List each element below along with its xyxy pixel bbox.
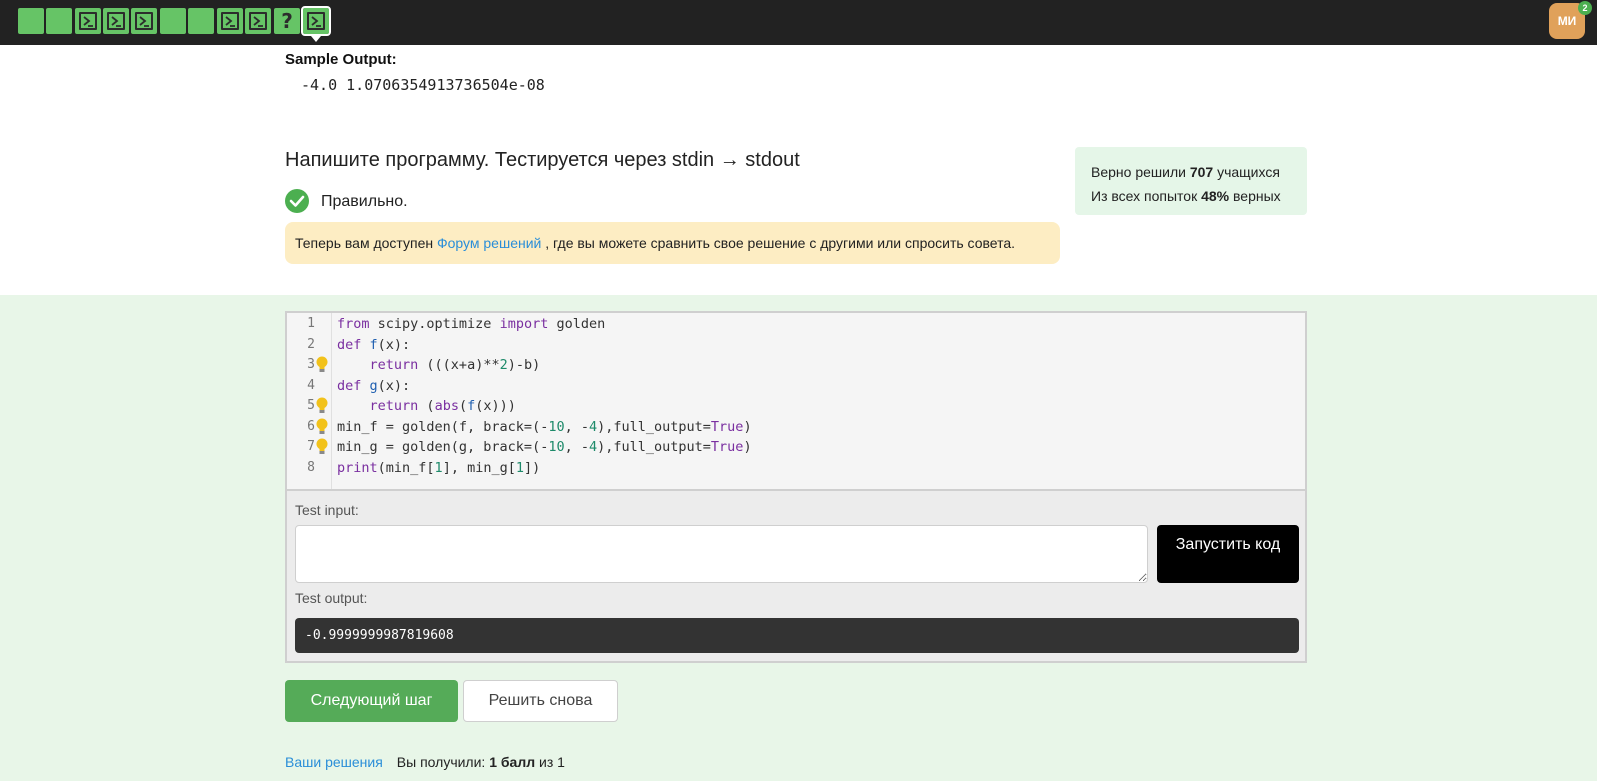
step-9[interactable] bbox=[245, 8, 271, 34]
task-heading: Напишите программу. Тестируется через st… bbox=[285, 149, 800, 171]
stats-attempts-line: Из всех попыток 48% верных bbox=[1091, 184, 1307, 208]
step-7[interactable] bbox=[188, 8, 214, 34]
step-4[interactable] bbox=[103, 8, 129, 34]
lightbulb-icon[interactable] bbox=[315, 397, 329, 414]
sample-output-title: Sample Output: bbox=[285, 51, 397, 68]
stats-solved-suffix: учащихся bbox=[1213, 164, 1280, 180]
code-line-8: print(min_f[1], min_g[1]) bbox=[337, 460, 541, 476]
code-line-7: min_g = golden(g, brack=(-10, -4),full_o… bbox=[337, 439, 752, 455]
line-number: 4 bbox=[307, 378, 315, 393]
status-text: Правильно. bbox=[321, 193, 408, 210]
line-number: 3 bbox=[307, 357, 315, 372]
lightbulb-icon[interactable] bbox=[315, 356, 329, 373]
stats-solved-count: 707 bbox=[1189, 164, 1214, 180]
lightbulb-icon[interactable] bbox=[315, 418, 329, 435]
question-icon: ? bbox=[281, 9, 293, 33]
line-number: 6 bbox=[307, 419, 315, 434]
test-output-label: Test output: bbox=[295, 590, 368, 606]
forum-notice-before: Теперь вам доступен bbox=[295, 235, 437, 251]
step-6[interactable] bbox=[160, 8, 186, 34]
step-11-current[interactable] bbox=[301, 6, 331, 42]
terminal-icon bbox=[221, 12, 239, 30]
editor-gutter: 1 2 3 4 5 6 7 8 bbox=[287, 313, 332, 489]
score-prefix: Вы получили: bbox=[396, 754, 490, 770]
stats-attempts-percent: 48% bbox=[1201, 188, 1230, 204]
forum-notice-after: , где вы можете сравнить свое решение с … bbox=[541, 235, 1016, 251]
top-navigation-bar: ? МИ 2 bbox=[0, 0, 1597, 45]
terminal-icon bbox=[249, 12, 267, 30]
terminal-icon bbox=[135, 12, 153, 30]
step-1[interactable] bbox=[18, 8, 44, 34]
step-2[interactable] bbox=[46, 8, 72, 34]
test-output-value: -0.9999999987819608 bbox=[295, 618, 1299, 653]
test-panel: Test input: Запустить код Test output: -… bbox=[285, 489, 1307, 663]
lightbulb-icon[interactable] bbox=[315, 438, 329, 455]
next-step-button[interactable]: Следующий шаг bbox=[285, 680, 458, 722]
step-10[interactable]: ? bbox=[274, 8, 300, 34]
step-8[interactable] bbox=[217, 8, 243, 34]
forum-link[interactable]: Форум решений bbox=[437, 235, 541, 251]
test-input-field[interactable] bbox=[295, 525, 1148, 583]
solve-again-button[interactable]: Решить снова bbox=[463, 680, 618, 722]
sample-output-value: -4.0 1.0706354913736504e-08 bbox=[301, 76, 545, 94]
code-editor[interactable]: 1 2 3 4 5 6 7 8 from scipy.optimize impo… bbox=[285, 311, 1307, 489]
step-5[interactable] bbox=[131, 8, 157, 34]
terminal-icon bbox=[79, 12, 97, 30]
code-line-6: min_f = golden(f, brack=(-10, -4),full_o… bbox=[337, 419, 752, 435]
score-value: 1 балл bbox=[489, 754, 536, 770]
line-number: 8 bbox=[307, 460, 315, 475]
code-line-4: def g(x): bbox=[337, 378, 411, 394]
code-line-3: return (((x+a)**2)-b) bbox=[369, 357, 541, 373]
code-line-5: return (abs(f(x))) bbox=[369, 398, 516, 414]
step-3[interactable] bbox=[75, 8, 101, 34]
line-number: 2 bbox=[307, 337, 315, 352]
terminal-icon bbox=[107, 12, 125, 30]
stats-solved-line: Верно решили 707 учащихся bbox=[1091, 160, 1307, 184]
terminal-icon bbox=[307, 12, 325, 30]
stats-solved-prefix: Верно решили bbox=[1091, 164, 1190, 180]
notification-badge: 2 bbox=[1578, 1, 1592, 15]
stats-attempts-suffix: верных bbox=[1229, 188, 1281, 204]
check-circle-icon bbox=[285, 189, 309, 213]
your-solutions-link[interactable]: Ваши решения bbox=[285, 754, 383, 770]
line-number: 5 bbox=[307, 398, 315, 413]
line-number: 1 bbox=[307, 316, 315, 331]
test-input-label: Test input: bbox=[295, 502, 359, 518]
footer-row: Ваши решения Вы получили: 1 балл из 1 bbox=[285, 754, 565, 770]
line-number: 7 bbox=[307, 439, 315, 454]
code-line-2: def f(x): bbox=[337, 337, 411, 353]
stats-box: Верно решили 707 учащихся Из всех попыто… bbox=[1075, 147, 1307, 215]
code-line-1: from scipy.optimize import golden bbox=[337, 316, 606, 332]
run-code-button[interactable]: Запустить код bbox=[1157, 525, 1299, 583]
stats-attempts-prefix: Из всех попыток bbox=[1091, 188, 1202, 204]
forum-notice: Теперь вам доступен Форум решений , где … bbox=[285, 222, 1060, 264]
score-suffix: из 1 bbox=[535, 754, 565, 770]
